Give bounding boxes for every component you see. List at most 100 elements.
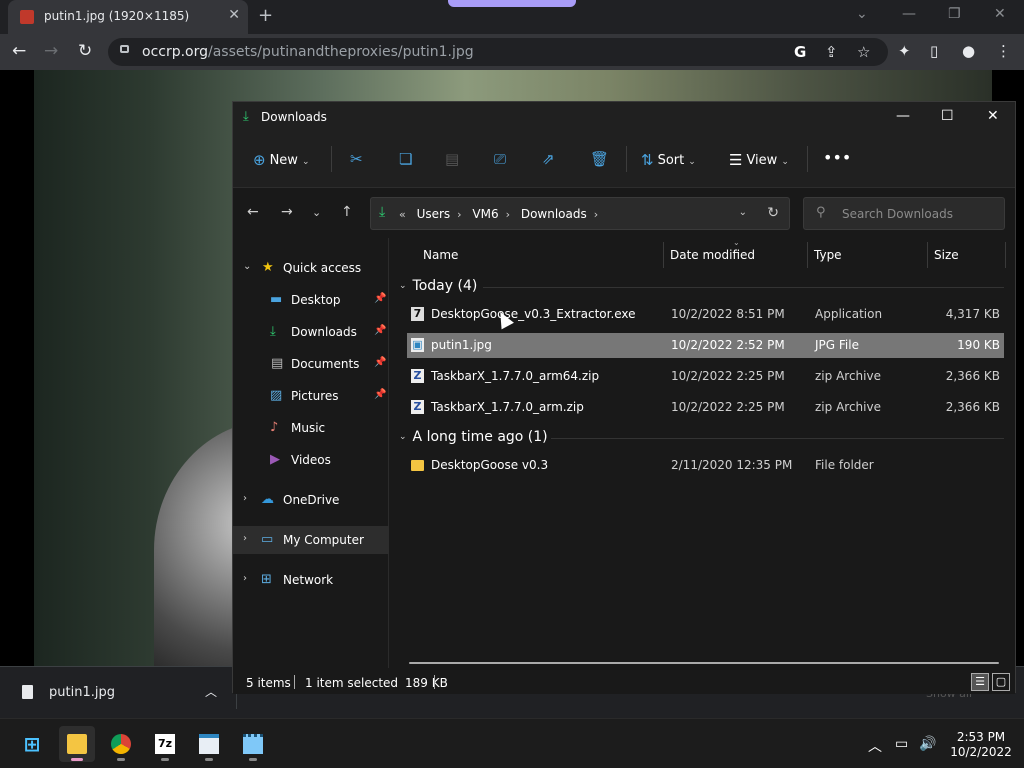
explorer-close-icon[interactable]: ✕ [987, 108, 999, 124]
nav-my-computer[interactable]: › ▭ My Computer [233, 526, 389, 554]
address-dropdown-icon[interactable]: ⌄ [739, 207, 747, 218]
explorer-maximize-icon[interactable]: ☐ [941, 108, 954, 124]
column-header-date[interactable]: Date modified [670, 238, 755, 272]
lock-icon[interactable] [120, 45, 129, 53]
explorer-forward-icon[interactable]: → [281, 204, 293, 220]
folder-row[interactable]: DesktopGoose v0.3 2/11/2020 12:35 PM Fil… [407, 453, 1004, 478]
view-button[interactable]: ☰ View ⌄ [729, 151, 789, 169]
paste-icon[interactable]: ▤ [445, 150, 459, 168]
taskbar-file-explorer[interactable] [59, 726, 95, 762]
file-row[interactable]: Z TaskbarX_1.7.7.0_arm64.zip 10/2/2022 2… [407, 364, 1004, 389]
nav-desktop[interactable]: ▬ Desktop 📌 [233, 286, 389, 314]
horizontal-scrollbar[interactable] [409, 662, 999, 664]
recent-locations-chevron-icon[interactable]: ⌄ [312, 206, 321, 219]
reload-icon[interactable]: ↻ [78, 41, 92, 61]
sort-button[interactable]: ⇅ Sort ⌄ [641, 151, 696, 169]
delete-icon[interactable]: 🗑 [590, 150, 609, 168]
system-clock[interactable]: 2:53 PM 10/2/2022 [946, 730, 1016, 760]
nav-network[interactable]: › ⊞ Network [233, 566, 389, 594]
nav-quick-access[interactable]: ⌄ ★ Quick access [233, 254, 389, 282]
google-lens-icon[interactable]: G [794, 43, 806, 61]
new-tab-icon[interactable]: + [258, 5, 273, 26]
network-icon: ⊞ [261, 572, 272, 587]
download-options-chevron-icon[interactable]: ︿ [205, 683, 217, 700]
nav-onedrive[interactable]: › ☁ OneDrive [233, 486, 389, 514]
column-divider[interactable] [807, 242, 808, 268]
download-item-name[interactable]: putin1.jpg [49, 685, 115, 700]
expand-chevron-icon[interactable]: › [243, 573, 247, 584]
group-header-today[interactable]: ⌄ Today (4) [399, 278, 477, 294]
group-divider [551, 438, 1004, 439]
search-input[interactable] [842, 205, 992, 223]
taskbar-app[interactable] [191, 726, 227, 762]
collapse-chevron-icon[interactable]: ⌄ [399, 281, 407, 291]
column-divider[interactable] [663, 242, 664, 268]
column-divider[interactable] [927, 242, 928, 268]
file-row[interactable]: Z TaskbarX_1.7.7.0_arm.zip 10/2/2022 2:2… [407, 395, 1004, 420]
column-divider[interactable] [1005, 242, 1006, 268]
taskbar-7zip[interactable]: 7z [147, 726, 183, 762]
pin-icon[interactable]: 📌 [374, 357, 386, 368]
nav-music[interactable]: ♪ Music [233, 414, 389, 442]
up-level-icon[interactable]: ↑ [341, 204, 353, 220]
column-header-type[interactable]: Type [814, 238, 842, 272]
breadcrumb-users[interactable]: Users [417, 207, 451, 221]
collapse-chevron-icon[interactable]: ⌄ [399, 432, 407, 442]
column-header-size[interactable]: Size [934, 238, 959, 272]
breadcrumb-overflow-icon[interactable]: « [399, 208, 406, 221]
bookmark-star-icon[interactable]: ☆ [857, 43, 870, 61]
expand-chevron-icon[interactable]: › [243, 493, 247, 504]
cut-icon[interactable]: ✂ [350, 150, 363, 168]
pin-icon[interactable]: 📌 [374, 389, 386, 400]
back-icon[interactable]: ← [12, 41, 26, 61]
address-bar[interactable]: occrp.org/assets/putinandtheproxies/puti… [108, 38, 888, 66]
explorer-title-bar[interactable]: ⤓ Downloads — ☐ ✕ [233, 102, 1015, 132]
explorer-minimize-icon[interactable]: — [896, 108, 910, 124]
refresh-icon[interactable]: ↻ [767, 205, 779, 221]
forward-icon[interactable]: → [44, 41, 58, 61]
taskbar-notepad[interactable] [235, 726, 271, 762]
downloads-folder-icon: ⤓ [243, 109, 249, 124]
profile-icon[interactable]: ● [962, 42, 975, 60]
start-button[interactable]: ⊞ [14, 726, 50, 762]
page-background [0, 70, 34, 666]
more-options-icon[interactable]: ••• [823, 148, 851, 167]
pin-icon[interactable]: 📌 [374, 293, 386, 304]
new-button[interactable]: ⊕ New ⌄ [253, 151, 309, 169]
browser-restore-icon[interactable]: ❐ [948, 6, 961, 22]
explorer-address-bar[interactable]: ⤓ « Users › VM6 › Downloads › ⌄ ↻ [370, 197, 790, 230]
network-status-icon[interactable]: ▭ [895, 736, 908, 752]
chrome-menu-icon[interactable]: ⋮ [996, 42, 1011, 60]
browser-close-icon[interactable]: ✕ [994, 6, 1006, 22]
tiles-view-icon[interactable]: ▢ [992, 673, 1010, 691]
pin-icon[interactable]: 📌 [374, 325, 386, 336]
browser-minimize-icon[interactable]: — [902, 6, 916, 22]
expand-chevron-icon[interactable]: › [243, 533, 247, 544]
group-header-long-ago[interactable]: ⌄ A long time ago (1) [399, 429, 548, 445]
nav-videos[interactable]: ▶ Videos [233, 446, 389, 474]
tab-close-icon[interactable]: ✕ [228, 7, 240, 23]
tray-overflow-chevron-icon[interactable]: ︿ [868, 736, 882, 756]
extensions-icon[interactable]: ✦ [898, 42, 911, 60]
nav-pictures[interactable]: ▨ Pictures 📌 [233, 382, 389, 410]
explorer-back-icon[interactable]: ← [247, 204, 259, 220]
share-icon[interactable]: ⇪ [825, 43, 838, 61]
browser-tab[interactable]: putin1.jpg (1920×1185) ✕ [8, 0, 248, 34]
volume-icon[interactable]: 🔊 [919, 736, 936, 752]
rename-icon[interactable]: ⎚ [494, 150, 506, 168]
copy-icon[interactable]: ❏ [399, 150, 412, 168]
breadcrumb-vm6[interactable]: VM6 [472, 207, 498, 221]
nav-downloads[interactable]: ⤓ Downloads 📌 [233, 318, 389, 346]
side-panel-icon[interactable]: ▯ [930, 42, 938, 60]
url-text[interactable]: occrp.org/assets/putinandtheproxies/puti… [142, 44, 474, 60]
breadcrumb-downloads[interactable]: Downloads [521, 207, 587, 221]
column-header-name[interactable]: Name [423, 238, 458, 272]
file-row-selected[interactable]: ▣ putin1.jpg 10/2/2022 2:52 PM JPG File … [407, 333, 1004, 358]
tab-search-icon[interactable]: ⌄ [856, 6, 868, 22]
details-view-icon[interactable]: ☰ [971, 673, 989, 691]
share-file-icon[interactable]: ⇗ [542, 150, 555, 168]
taskbar-chrome[interactable] [103, 726, 139, 762]
nav-documents[interactable]: ▤ Documents 📌 [233, 350, 389, 378]
expand-chevron-icon[interactable]: ⌄ [243, 261, 251, 272]
window-app-icon [199, 734, 219, 754]
